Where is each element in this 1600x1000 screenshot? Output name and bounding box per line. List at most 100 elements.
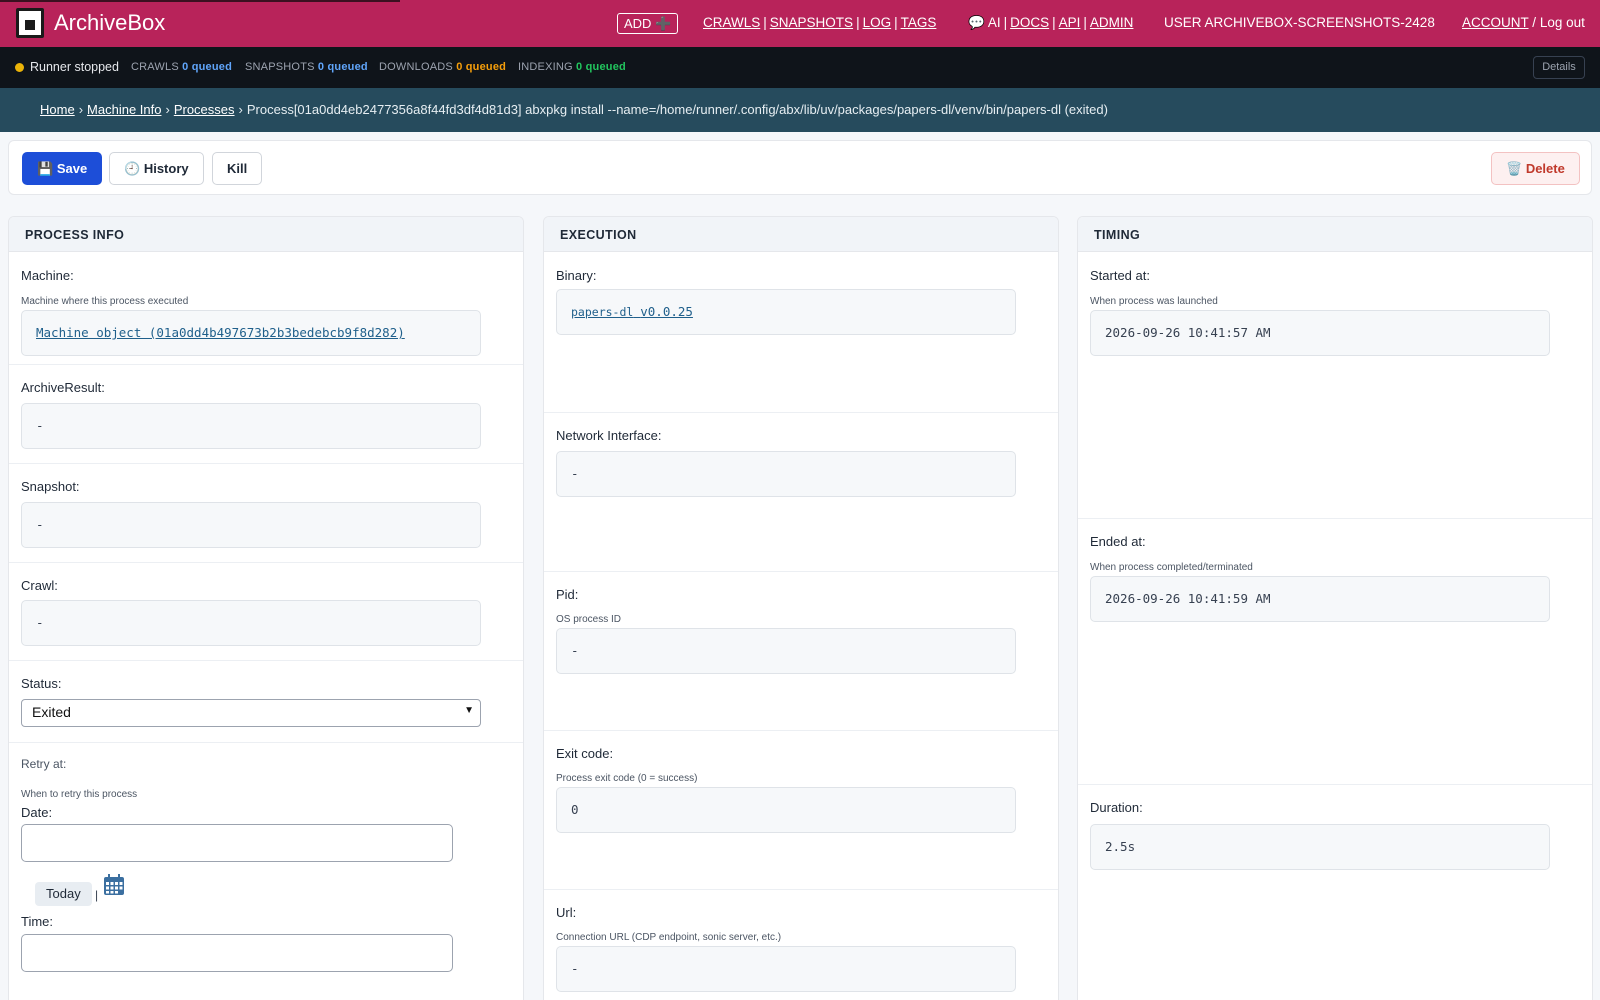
network-label: Network Interface: <box>556 428 662 443</box>
ended-label: Ended at: <box>1090 534 1146 549</box>
binary-label: Binary: <box>556 268 597 283</box>
panel-title: EXECUTION <box>544 217 1058 252</box>
breadcrumb-arrow: › <box>78 102 84 117</box>
exit-code-value: 0 <box>556 787 1016 833</box>
archiveresult-value: - <box>21 403 481 449</box>
machine-label: Machine: <box>21 268 74 283</box>
date-label: Date: <box>21 805 53 820</box>
stat-label: DOWNLOADS <box>379 61 453 73</box>
machine-value-box: Machine object (01a0dd4b497673b2b3bedebc… <box>21 310 481 356</box>
retry-help: When to retry this process <box>21 789 138 800</box>
history-label: History <box>143 161 189 176</box>
account-slash: / <box>1532 15 1537 30</box>
date-input[interactable] <box>21 824 453 862</box>
status-select[interactable]: Exited ▼ <box>21 699 481 727</box>
retry-label: Retry at: <box>21 757 67 771</box>
trash-icon: 🗑️ <box>1506 161 1523 176</box>
snapshot-value: - <box>21 502 481 548</box>
stat-label: CRAWLS <box>131 61 179 73</box>
save-button[interactable]: 💾 Save <box>22 152 103 185</box>
history-button[interactable]: 🕘 History <box>109 152 204 185</box>
machine-link[interactable]: Machine object (01a0dd4b497673b2b3bedebc… <box>36 325 405 340</box>
duration-value: 2.5s <box>1090 824 1550 870</box>
nav-admin-link[interactable]: ADMIN <box>1090 15 1134 30</box>
nav-tags-link[interactable]: TAGS <box>901 15 937 30</box>
pid-value: - <box>556 628 1016 674</box>
breadcrumb: Home › Machine Info › Processes › Process[01a0… <box>40 102 1108 117</box>
brand-name[interactable]: ArchiveBox <box>54 10 165 36</box>
save-label: Save <box>56 161 88 176</box>
duration-label: Duration: <box>1090 800 1143 815</box>
stat-value: 0 queued <box>317 61 368 73</box>
calendar-icon[interactable] <box>103 874 125 896</box>
user-label: USER ARCHIVEBOX-SCREENSHOTS-2428 <box>1164 15 1435 30</box>
stat-label: SNAPSHOTS <box>245 61 315 73</box>
binary-link[interactable]: papers-dl v0.0.25 <box>571 304 693 319</box>
status-field: Status: Exited ▼ <box>9 661 523 743</box>
archivebox-logo-icon[interactable] <box>16 8 44 38</box>
delete-button[interactable]: 🗑️ Delete <box>1491 152 1580 185</box>
binary-field: Binary: papers-dl v0.0.25 <box>544 253 1058 413</box>
breadcrumb-arrow: › <box>238 102 243 117</box>
binary-version: v0.0.25 <box>640 304 693 319</box>
nav-separator: | <box>763 15 767 30</box>
today-button[interactable]: Today <box>35 882 92 906</box>
account-link[interactable]: ACCOUNT <box>1462 15 1529 30</box>
nav-ai-link[interactable]: AI <box>988 15 1001 30</box>
crawl-value: - <box>21 600 481 646</box>
kill-button[interactable]: Kill <box>212 152 263 185</box>
nav-crawls-link[interactable]: CRAWLS <box>703 15 760 30</box>
runner-status-dot-icon <box>15 63 24 72</box>
pid-label: Pid: <box>556 587 579 602</box>
panel-title: PROCESS INFO <box>9 217 523 252</box>
started-help: When process was launched <box>1090 296 1218 307</box>
nav-separator: | <box>1052 15 1056 30</box>
crawl-label: Crawl: <box>21 578 58 593</box>
main-nav: CRAWLS | SNAPSHOTS | LOG | TAGS <box>703 15 936 30</box>
status-selected-value: Exited <box>32 704 71 720</box>
details-button[interactable]: Details <box>1533 56 1585 79</box>
time-input[interactable] <box>21 934 453 972</box>
status-bar: Runner stopped CRAWLS 0 queued SNAPSHOTS… <box>0 47 1600 88</box>
nav-separator: | <box>1003 15 1008 30</box>
process-info-panel: PROCESS INFO Machine: Machine where this… <box>8 216 524 1000</box>
exit-code-help: Process exit code (0 = success) <box>556 773 698 784</box>
crawls-queue-stat: CRAWLS 0 queued <box>131 61 232 73</box>
network-value: - <box>556 451 1016 497</box>
started-value: 2026-09-26 10:41:57 AM <box>1090 310 1550 356</box>
logout-link[interactable]: Log out <box>1540 15 1585 30</box>
retry-at-field: Retry at: When to retry this process Dat… <box>9 743 523 1000</box>
machine-help: Machine where this process executed <box>21 296 189 307</box>
ended-at-field: Ended at: When process completed/termina… <box>1078 519 1592 785</box>
stat-label: INDEXING <box>518 61 573 73</box>
breadcrumb-home-link[interactable]: Home <box>40 102 75 117</box>
help-nav: 💬 AI | DOCS | API | ADMIN <box>968 15 1133 31</box>
nav-snapshots-link[interactable]: SNAPSHOTS <box>770 15 853 30</box>
ended-help: When process completed/terminated <box>1090 562 1253 573</box>
breadcrumb-processes-link[interactable]: Processes <box>174 102 235 117</box>
indexing-queue-stat: INDEXING 0 queued <box>518 61 626 73</box>
action-toolbar: 💾 Save 🕘 History Kill 🗑️ Delete <box>8 140 1592 195</box>
started-at-field: Started at: When process was launched 20… <box>1078 253 1592 519</box>
url-label: Url: <box>556 905 577 920</box>
delete-label: Delete <box>1525 161 1565 176</box>
breadcrumb-bar: Home › Machine Info › Processes › Process[01a0… <box>0 88 1600 132</box>
downloads-queue-stat: DOWNLOADS 0 queued <box>379 61 506 73</box>
exit-code-label: Exit code: <box>556 746 614 761</box>
breadcrumb-machine-info-link[interactable]: Machine Info <box>87 102 161 117</box>
nav-docs-link[interactable]: DOCS <box>1010 15 1049 30</box>
exit-code-field: Exit code: Process exit code (0 = succes… <box>544 731 1058 890</box>
stat-value: 0 queued <box>182 61 233 73</box>
progress-line <box>0 0 400 2</box>
started-label: Started at: <box>1090 268 1150 283</box>
runner-status: Runner stopped <box>30 60 119 74</box>
timing-panel: TIMING Started at: When process was laun… <box>1077 216 1593 1000</box>
add-button[interactable]: ADD ➕ <box>617 13 679 34</box>
panel-title: TIMING <box>1078 217 1592 252</box>
chevron-down-icon: ▼ <box>464 705 474 716</box>
nav-log-link[interactable]: LOG <box>863 15 892 30</box>
nav-api-link[interactable]: API <box>1059 15 1081 30</box>
url-help: Connection URL (CDP endpoint, sonic serv… <box>556 932 782 943</box>
stat-value: 0 queued <box>576 61 626 73</box>
time-label: Time: <box>21 914 54 929</box>
